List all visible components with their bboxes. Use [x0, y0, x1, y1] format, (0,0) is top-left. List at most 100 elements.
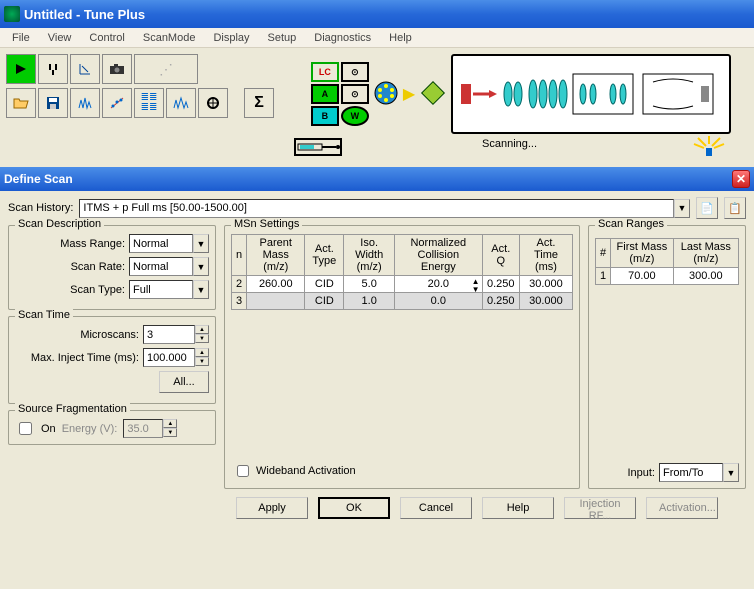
open-button[interactable] [6, 88, 36, 118]
dropdown-arrow-icon[interactable]: ▼ [674, 199, 690, 218]
extra-slot[interactable]: ⋰ [134, 54, 198, 84]
msn-parent[interactable]: 260.00 [247, 276, 305, 293]
chromatogram-button[interactable] [166, 88, 196, 118]
valve-b[interactable]: B [311, 106, 339, 126]
tune-button[interactable] [38, 54, 68, 84]
table-row[interactable]: 2 260.00 CID 5.0 20.0▲▼ 0.250 30.000 [232, 276, 573, 293]
input-dropdown[interactable] [659, 463, 723, 482]
sr-first[interactable]: 70.00 [611, 268, 674, 285]
window-titlebar: Untitled - Tune Plus [0, 0, 754, 28]
peaks-icon [173, 96, 189, 110]
scan-history-dropdown[interactable] [79, 199, 674, 218]
diagram-area: LC⊙ A⊙ BW ▶ [274, 54, 748, 161]
msn-n: 3 [232, 293, 247, 310]
valve-wheel-icon [373, 80, 399, 109]
window-title: Untitled - Tune Plus [24, 7, 145, 22]
sr-header-last: Last Mass (m/z) [673, 239, 738, 268]
msn-acttype[interactable]: CID [305, 293, 344, 310]
arrow-icon: ▶ [403, 84, 415, 104]
max-inject-label: Max. Inject Time (ms): [31, 352, 139, 364]
ok-button[interactable]: OK [318, 497, 390, 519]
table-row[interactable]: 3 CID 1.0 0.0 0.250 30.000 [232, 293, 573, 310]
start-button[interactable] [6, 54, 36, 84]
msn-parent[interactable] [247, 293, 305, 310]
spin-up-icon[interactable]: ▲ [195, 325, 209, 334]
spin-down-icon[interactable]: ▼ [195, 334, 209, 343]
autotune-tune-button[interactable]: ≣≣≣≣ [134, 88, 164, 118]
separator [230, 88, 242, 118]
spin-up-icon[interactable]: ▲ [195, 348, 209, 357]
msn-acttype[interactable]: CID [305, 276, 344, 293]
zoom-button[interactable] [70, 54, 100, 84]
msn-acttime[interactable]: 30.000 [519, 293, 572, 310]
spin-down-icon: ▼ [163, 428, 177, 437]
copy-button[interactable]: 📄 [696, 197, 718, 219]
spin-up-icon: ▲ [163, 419, 177, 428]
dropdown-arrow-icon[interactable]: ▼ [193, 234, 209, 253]
lamp-icon [692, 134, 728, 161]
source-frag-on-checkbox[interactable] [19, 422, 32, 435]
input-label: Input: [627, 467, 655, 479]
menu-display[interactable]: Display [205, 30, 257, 46]
menu-file[interactable]: File [4, 30, 38, 46]
menu-diagnostics[interactable]: Diagnostics [306, 30, 379, 46]
menu-help[interactable]: Help [381, 30, 420, 46]
valve-w[interactable]: W [341, 106, 369, 126]
apply-button[interactable]: Apply [236, 497, 308, 519]
target-button[interactable] [198, 88, 228, 118]
menu-setup[interactable]: Setup [260, 30, 305, 46]
scan-ranges-table[interactable]: # First Mass (m/z) Last Mass (m/z) 1 70.… [595, 238, 739, 285]
scan-rate-dropdown[interactable] [129, 257, 193, 276]
panel-title: Define Scan [4, 172, 73, 186]
menu-view[interactable]: View [40, 30, 80, 46]
dropdown-arrow-icon[interactable]: ▼ [723, 463, 739, 482]
source-frag-legend: Source Fragmentation [15, 403, 130, 415]
spectrum-button[interactable] [70, 88, 100, 118]
all-button[interactable]: All... [159, 371, 209, 393]
msn-header-nce: Normalized Collision Energy [395, 235, 483, 276]
save-button[interactable] [38, 88, 68, 118]
energy-label: Energy (V): [62, 423, 118, 435]
msn-iso[interactable]: 1.0 [344, 293, 395, 310]
max-inject-input[interactable] [143, 348, 195, 367]
spectrum-icon [77, 96, 93, 110]
mass-range-label: Mass Range: [60, 238, 125, 250]
msn-actq[interactable]: 0.250 [482, 293, 519, 310]
close-button[interactable]: ✕ [732, 170, 750, 188]
syringe-icon[interactable] [294, 138, 342, 156]
msn-actq[interactable]: 0.250 [482, 276, 519, 293]
mass-range-dropdown[interactable] [129, 234, 193, 253]
msn-table[interactable]: n Parent Mass (m/z) Act. Type Iso. Width… [231, 234, 573, 310]
wideband-checkbox[interactable] [237, 465, 249, 477]
snapshot-button[interactable] [102, 54, 132, 84]
sigma-button[interactable]: Σ [244, 88, 274, 118]
scan-description-legend: Scan Description [15, 218, 104, 230]
calibrate-button[interactable] [102, 88, 132, 118]
cancel-button[interactable]: Cancel [400, 497, 472, 519]
msn-nce[interactable]: 20.0▲▼ [395, 276, 483, 293]
menu-scanmode[interactable]: ScanMode [135, 30, 204, 46]
paste-button[interactable]: 📋 [724, 197, 746, 219]
xy-axes-icon [78, 62, 92, 76]
lc-label: LC [311, 62, 339, 82]
crosshair-icon [206, 96, 220, 110]
microscans-input[interactable] [143, 325, 195, 344]
menu-control[interactable]: Control [81, 30, 132, 46]
msn-header-actq: Act. Q [482, 235, 519, 276]
source-diamond-icon [419, 79, 447, 110]
msn-iso[interactable]: 5.0 [344, 276, 395, 293]
scan-type-dropdown[interactable] [129, 280, 193, 299]
dropdown-arrow-icon[interactable]: ▼ [193, 280, 209, 299]
dropdown-arrow-icon[interactable]: ▼ [193, 257, 209, 276]
spin-down-icon[interactable]: ▼ [195, 357, 209, 366]
help-button[interactable]: Help [482, 497, 554, 519]
panel-body: Scan History: ▼ 📄 📋 Scan Description Mas… [0, 191, 754, 527]
sr-header-first: First Mass (m/z) [611, 239, 674, 268]
msn-nce[interactable]: 0.0 [395, 293, 483, 310]
source-frag-fieldset: Source Fragmentation On Energy (V): ▲▼ [8, 410, 216, 445]
msn-acttime[interactable]: 30.000 [519, 276, 572, 293]
sr-last[interactable]: 300.00 [673, 268, 738, 285]
table-row[interactable]: 1 70.00 300.00 [596, 268, 739, 285]
app-icon [4, 6, 20, 22]
valve-a[interactable]: A [311, 84, 339, 104]
